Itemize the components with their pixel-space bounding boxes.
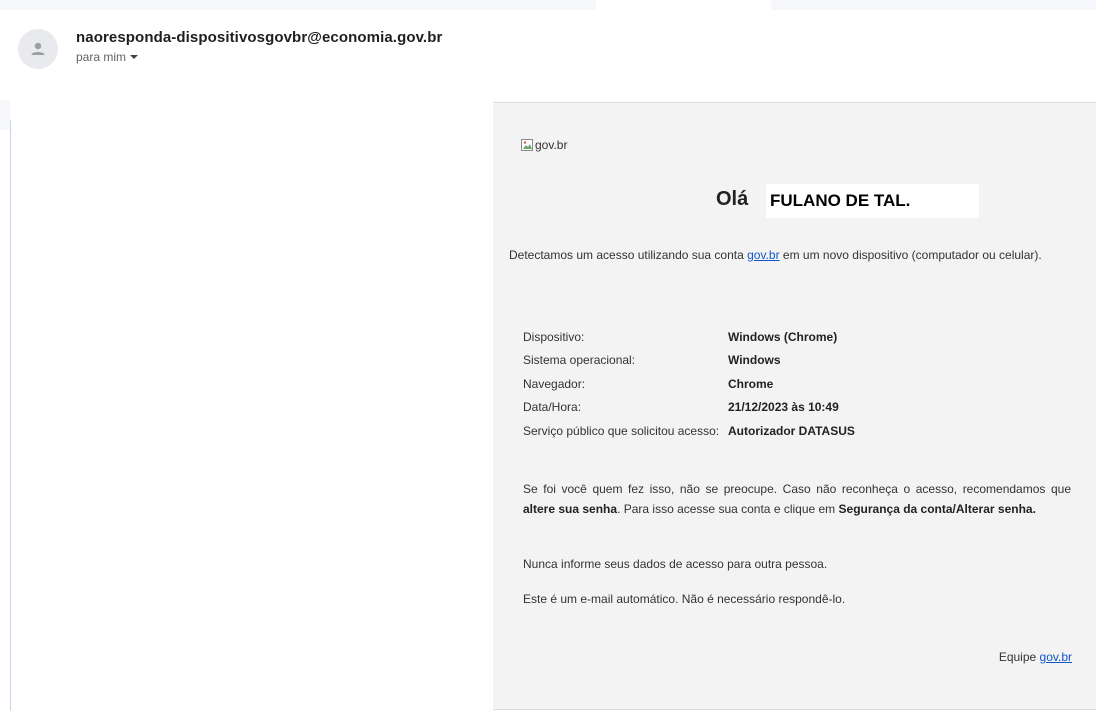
detail-label: Data/Hora: bbox=[523, 400, 582, 415]
advice-emphasis-change-password: altere sua senha bbox=[523, 502, 618, 516]
automatic-email-note: Este é um e-mail automático. Não é neces… bbox=[523, 592, 846, 606]
govbr-link[interactable]: gov.br bbox=[747, 248, 779, 262]
detail-value: Autorizador DATASUS bbox=[728, 423, 855, 438]
recipient-label: para mim bbox=[76, 50, 127, 64]
security-advice-paragraph: Se foi você quem fez isso, não se preocu… bbox=[523, 479, 1071, 519]
left-pane-divider bbox=[10, 120, 11, 711]
advice-text-2: . Para isso acesse sua conta e clique em bbox=[617, 502, 839, 516]
signoff-govbr-link[interactable]: gov.br bbox=[1040, 650, 1072, 664]
sender-avatar[interactable] bbox=[18, 29, 58, 69]
greeting: Olá FULANO DE TAL. bbox=[493, 184, 1096, 218]
detail-value: Windows (Chrome) bbox=[728, 329, 838, 344]
intro-paragraph: Detectamos um acesso utilizando sua cont… bbox=[509, 245, 1075, 265]
detail-label: Navegador: bbox=[523, 376, 586, 391]
advice-text-1: Se foi você quem fez isso, não se preocu… bbox=[523, 482, 1071, 496]
detail-label: Serviço público que solicitou acesso: bbox=[523, 423, 720, 438]
detail-label: Dispositivo: bbox=[523, 329, 585, 344]
detail-row: Serviço público que solicitou acesso: Au… bbox=[523, 419, 858, 443]
access-details-table: Dispositivo: Windows (Chrome) Sistema op… bbox=[523, 325, 858, 443]
signoff: Equipe gov.br bbox=[999, 650, 1072, 664]
broken-image-icon bbox=[521, 139, 533, 151]
detail-row: Sistema operacional: Windows bbox=[523, 349, 858, 373]
detail-row: Data/Hora: 21/12/2023 às 10:49 bbox=[523, 396, 858, 420]
detail-label: Sistema operacional: bbox=[523, 353, 636, 368]
top-toolbar-strip bbox=[0, 0, 1096, 10]
email-body: gov.br Olá FULANO DE TAL. Detectamos um … bbox=[493, 102, 1096, 710]
sender-email[interactable]: naoresponda-dispositivosgovbr@economia.g… bbox=[76, 29, 442, 46]
signoff-prefix: Equipe bbox=[998, 650, 1040, 664]
caret-down-icon bbox=[130, 55, 139, 59]
recipient-name: FULANO DE TAL. bbox=[766, 184, 979, 218]
intro-text-start: Detectamos um acesso utilizando sua cont… bbox=[509, 248, 748, 262]
govbr-logo-image: gov.br bbox=[521, 138, 567, 152]
detail-row: Dispositivo: Windows (Chrome) bbox=[523, 325, 858, 349]
detail-value: 21/12/2023 às 10:49 bbox=[728, 400, 839, 415]
left-pane-stub bbox=[0, 100, 10, 130]
advice-emphasis-menu-path: Segurança da conta/Alterar senha. bbox=[838, 502, 1036, 516]
logo-alt-text: gov.br bbox=[535, 138, 568, 152]
detail-value: Windows bbox=[728, 353, 781, 368]
person-icon bbox=[31, 42, 45, 55]
intro-text-end: em um novo dispositivo (computador ou ce… bbox=[779, 248, 1042, 262]
detail-value: Chrome bbox=[728, 376, 774, 391]
top-tab-highlight bbox=[596, 0, 771, 10]
warning-paragraph: Nunca informe seus dados de acesso para … bbox=[523, 557, 828, 571]
detail-row: Navegador: Chrome bbox=[523, 372, 858, 396]
recipient-details-toggle[interactable]: para mim bbox=[76, 50, 139, 64]
greeting-prefix: Olá bbox=[716, 188, 749, 210]
